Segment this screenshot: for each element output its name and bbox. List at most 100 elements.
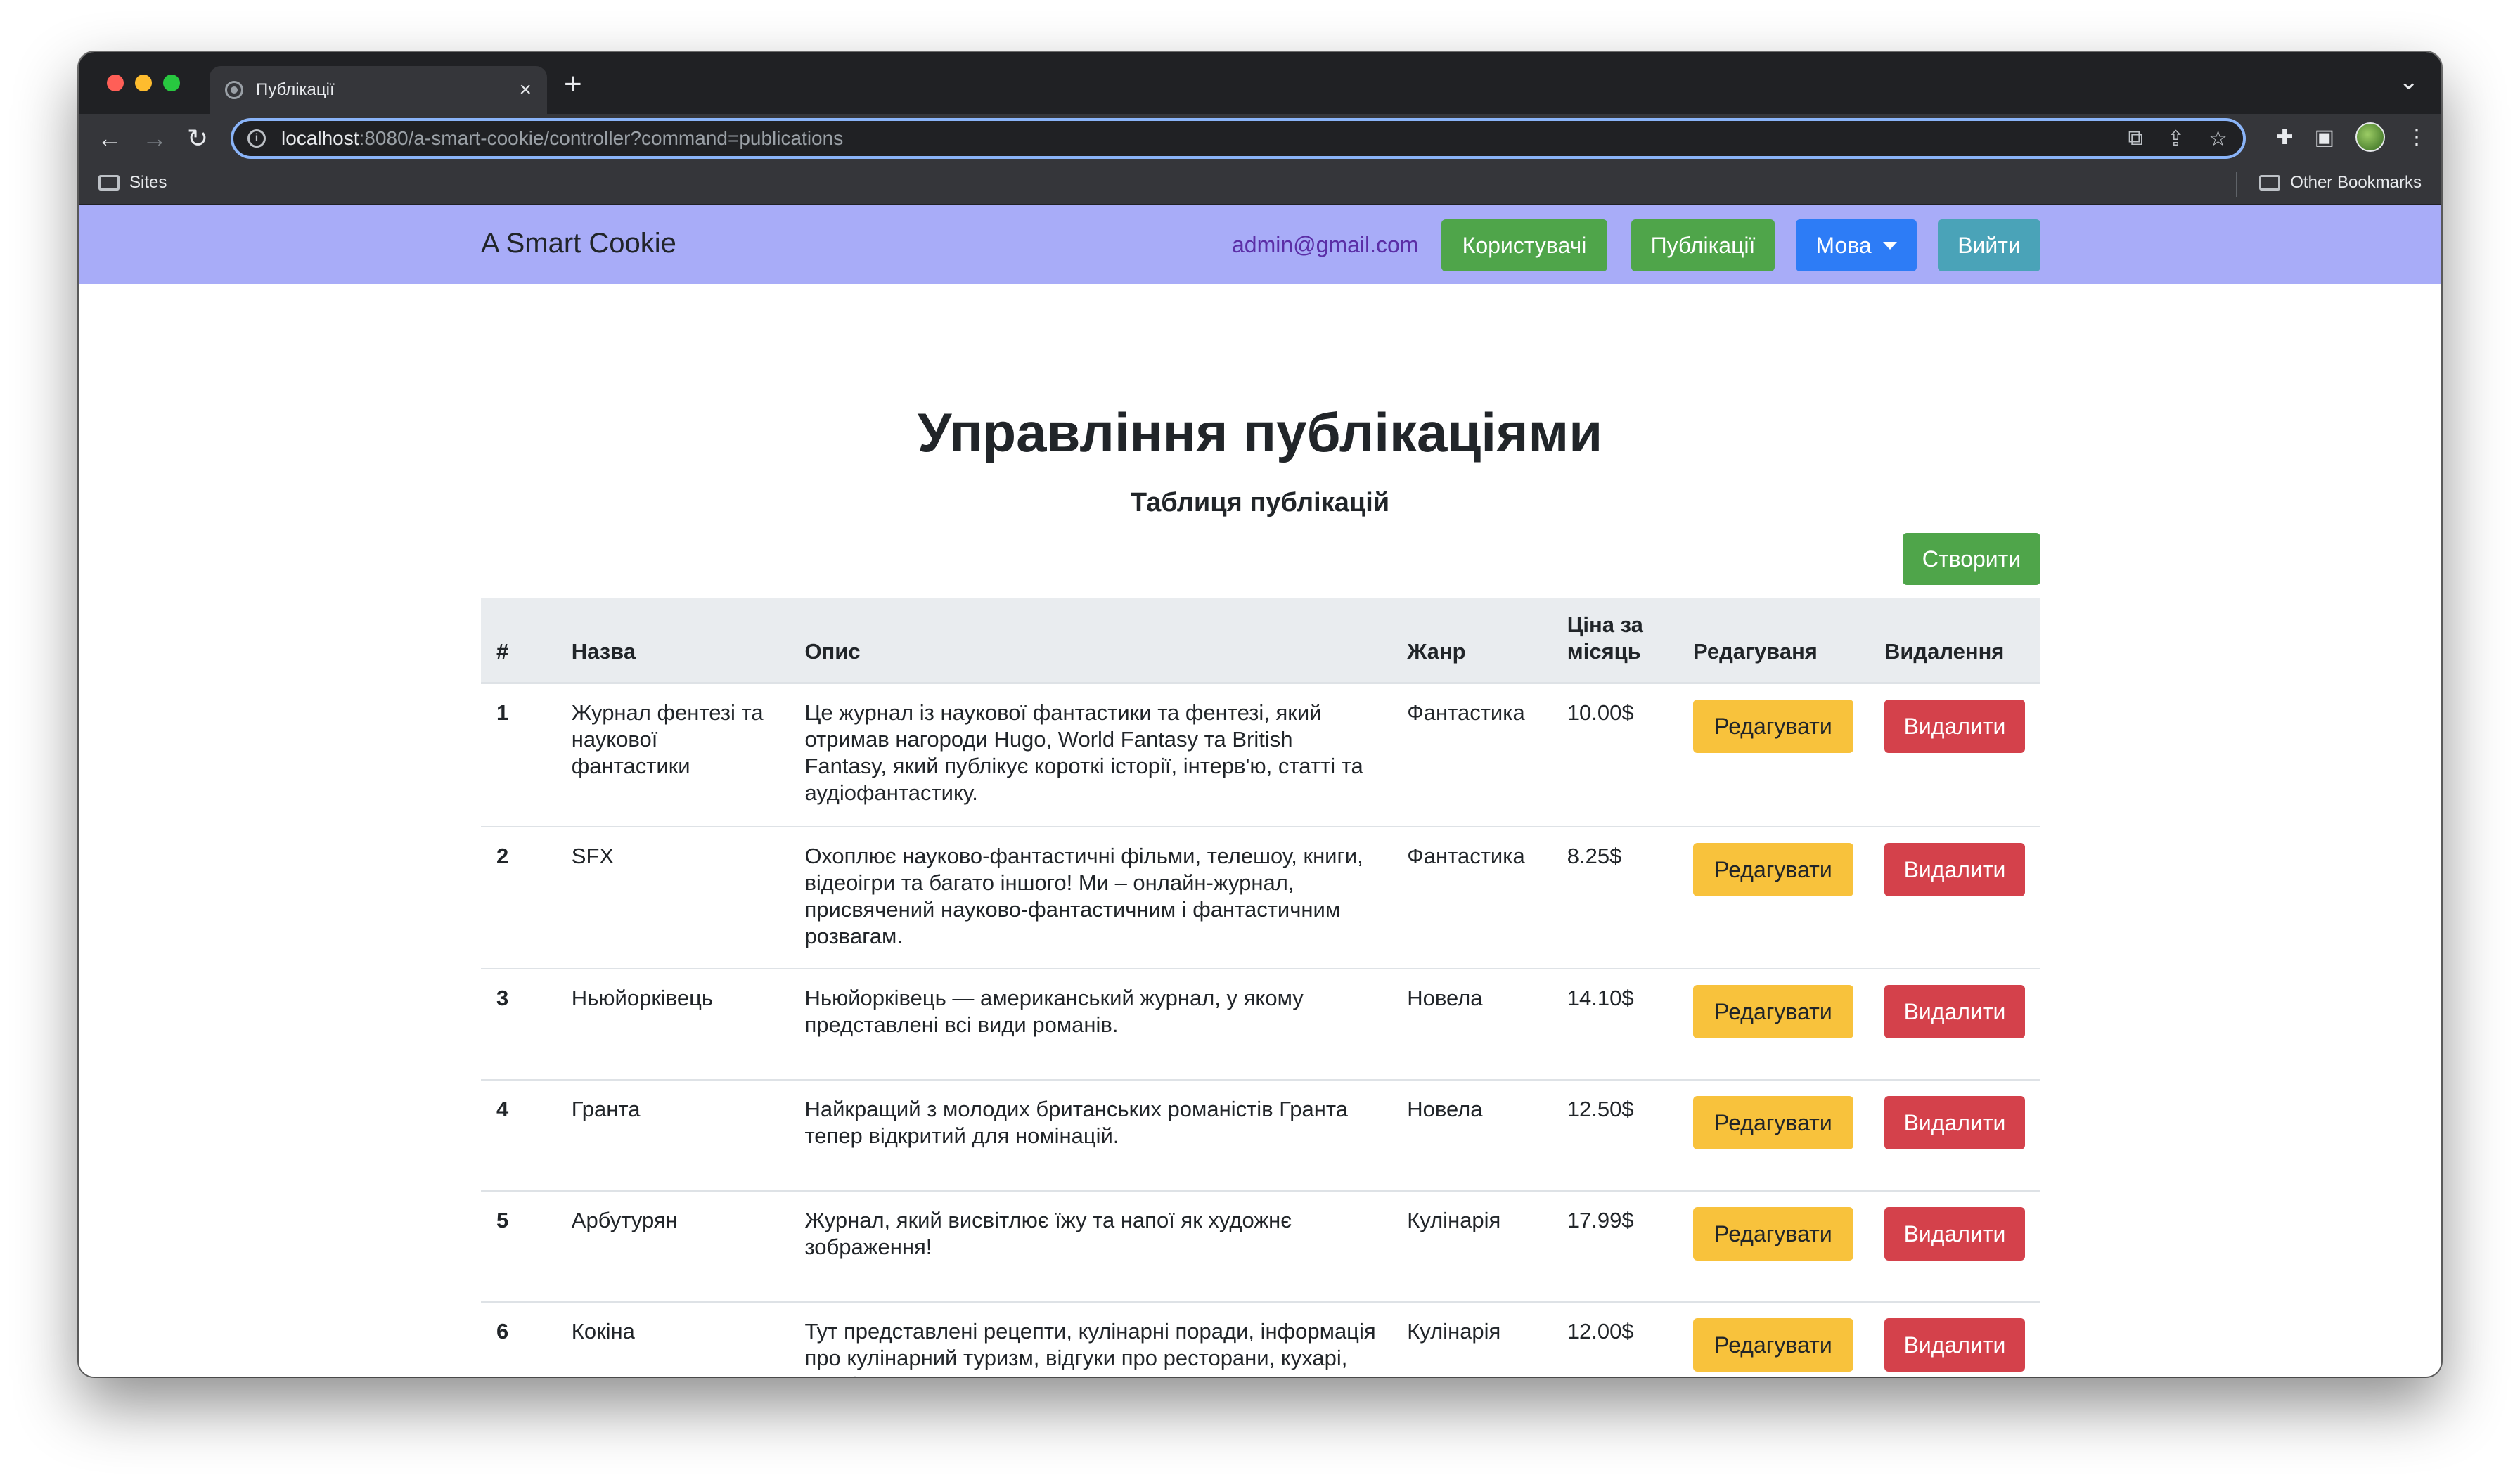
folder-icon [2259, 175, 2281, 191]
row-edit-cell: Редагувати [1677, 968, 1869, 1081]
row-description: Тут представлені рецепти, кулінарні пора… [789, 1301, 1392, 1377]
delete-button[interactable]: Видалити [1884, 984, 2025, 1038]
bookmark-sites[interactable]: Sites [98, 173, 167, 193]
bookmarks-bar: Sites Other Bookmarks [79, 163, 2441, 205]
edit-button[interactable]: Редагувати [1692, 700, 1853, 753]
row-description: Журнал, який висвітлює їжу та напої як х… [789, 1190, 1392, 1303]
page-content: A Smart Cookie admin@gmail.com Користува… [79, 205, 2441, 1377]
user-email: admin@gmail.com [1232, 232, 1419, 257]
extensions-icon[interactable]: ✚ [2276, 125, 2294, 150]
row-edit-cell: Редагувати [1677, 1301, 1869, 1377]
row-price: 8.25$ [1551, 826, 1678, 969]
profile-avatar[interactable] [2355, 122, 2385, 152]
header-delete: Видалення [1868, 598, 2040, 684]
create-button[interactable]: Створити [1903, 533, 2040, 585]
delete-button[interactable]: Видалити [1884, 842, 2025, 896]
sidepanel-icon[interactable]: ▣ [2315, 125, 2334, 150]
globe-icon [225, 81, 243, 99]
tab-strip: Публікації × + ⌄ [79, 52, 2441, 114]
reload-icon[interactable]: ↻ [187, 121, 208, 156]
header-edit: Редагуваня [1677, 598, 1869, 684]
row-num: 1 [481, 683, 556, 827]
bookmarks-divider [2236, 172, 2237, 197]
edit-button[interactable]: Редагувати [1692, 984, 1853, 1038]
row-name: Гранта [555, 1079, 790, 1192]
bookmark-star-icon[interactable]: ☆ [2209, 127, 2228, 151]
row-delete-cell: Видалити [1868, 968, 2040, 1081]
row-description: Охоплює науково-фантастичні фільми, теле… [789, 826, 1392, 969]
kebab-menu-icon[interactable]: ⋮ [2406, 125, 2427, 150]
tab-title: Публікації [256, 80, 335, 99]
row-num: 6 [481, 1301, 556, 1377]
row-edit-cell: Редагувати [1677, 826, 1869, 969]
header-genre: Жанр [1391, 598, 1552, 684]
edit-button[interactable]: Редагувати [1692, 1095, 1853, 1149]
translate-icon[interactable]: ⧉ [2128, 127, 2143, 151]
table-row: 2 SFX Охоплює науково-фантастичні фільми… [481, 826, 2040, 969]
address-bar[interactable]: i localhost:8080/a-smart-cookie/controll… [231, 118, 2246, 159]
row-num: 2 [481, 826, 556, 969]
language-dropdown-button[interactable]: Мова [1796, 219, 1917, 271]
brand-link[interactable]: A Smart Cookie [481, 228, 676, 259]
row-genre: Новела [1391, 1079, 1552, 1192]
bookmark-other[interactable]: Other Bookmarks [2259, 173, 2422, 193]
chevron-down-icon[interactable]: ⌄ [2399, 67, 2419, 96]
row-name: SFX [555, 826, 790, 969]
row-description: Це журнал із наукової фантастики та фент… [789, 683, 1392, 827]
row-description: Ньюйорківець — американський журнал, у я… [789, 968, 1392, 1081]
close-tab-icon[interactable]: × [519, 79, 532, 101]
header-num: # [481, 598, 556, 684]
table-header-row: # Назва Опис Жанр Ціна за місяць Редагув… [481, 598, 2040, 684]
delete-button[interactable]: Видалити [1884, 700, 2025, 753]
back-arrow-icon[interactable]: ← [97, 121, 122, 156]
browser-tab[interactable]: Публікації × [210, 66, 547, 114]
row-delete-cell: Видалити [1868, 1301, 2040, 1377]
new-tab-icon[interactable]: + [564, 69, 582, 100]
share-icon[interactable]: ⇪ [2167, 127, 2185, 151]
row-price: 12.50$ [1551, 1079, 1678, 1192]
table-row: 3 Ньюйорківець Ньюйорківець — американсь… [481, 968, 2040, 1081]
browser-toolbar: ← → ↻ i localhost:8080/a-smart-cookie/co… [79, 114, 2441, 163]
delete-button[interactable]: Видалити [1884, 1317, 2025, 1372]
edit-button[interactable]: Редагувати [1692, 1317, 1853, 1372]
table-row: 5 Арбутурян Журнал, який висвітлює їжу т… [481, 1190, 2040, 1303]
row-edit-cell: Редагувати [1677, 1190, 1869, 1303]
row-delete-cell: Видалити [1868, 1079, 2040, 1192]
row-num: 4 [481, 1079, 556, 1192]
publications-button[interactable]: Публікації [1631, 219, 1775, 271]
header-name: Назва [555, 598, 790, 684]
row-delete-cell: Видалити [1868, 1190, 2040, 1303]
row-name: Журнал фентезі та наукової фантастики [555, 683, 790, 827]
url-host: localhost [281, 127, 359, 149]
row-genre: Кулінарія [1391, 1190, 1552, 1303]
logout-button[interactable]: Вийти [1938, 219, 2040, 271]
maximize-window-button[interactable] [163, 75, 180, 91]
row-num: 3 [481, 968, 556, 1081]
row-delete-cell: Видалити [1868, 826, 2040, 969]
page-title: Управління публікаціями [917, 401, 1603, 463]
edit-button[interactable]: Редагувати [1692, 842, 1853, 896]
row-name: Арбутурян [555, 1190, 790, 1303]
info-icon[interactable]: i [248, 129, 266, 148]
row-price: 12.00$ [1551, 1301, 1678, 1377]
row-edit-cell: Редагувати [1677, 683, 1869, 827]
bookmark-other-label: Other Bookmarks [2290, 173, 2422, 192]
row-price: 17.99$ [1551, 1190, 1678, 1303]
delete-button[interactable]: Видалити [1884, 1095, 2025, 1149]
users-button[interactable]: Користувачі [1441, 219, 1607, 271]
publications-table: # Назва Опис Жанр Ціна за місяць Редагув… [481, 598, 2040, 1377]
bookmark-sites-label: Sites [129, 173, 167, 192]
row-price: 10.00$ [1551, 683, 1678, 827]
row-genre: Фантастика [1391, 826, 1552, 969]
edit-button[interactable]: Редагувати [1692, 1206, 1853, 1261]
close-window-button[interactable] [107, 75, 124, 91]
url-path: :8080/a-smart-cookie/controller?command=… [359, 127, 844, 149]
row-genre: Кулінарія [1391, 1301, 1552, 1377]
row-edit-cell: Редагувати [1677, 1079, 1869, 1192]
site-navbar: A Smart Cookie admin@gmail.com Користува… [79, 205, 2441, 284]
language-label: Мова [1815, 232, 1872, 258]
header-price: Ціна за місяць [1551, 598, 1678, 684]
minimize-window-button[interactable] [135, 75, 152, 91]
forward-arrow-icon[interactable]: → [142, 121, 167, 156]
delete-button[interactable]: Видалити [1884, 1206, 2025, 1261]
